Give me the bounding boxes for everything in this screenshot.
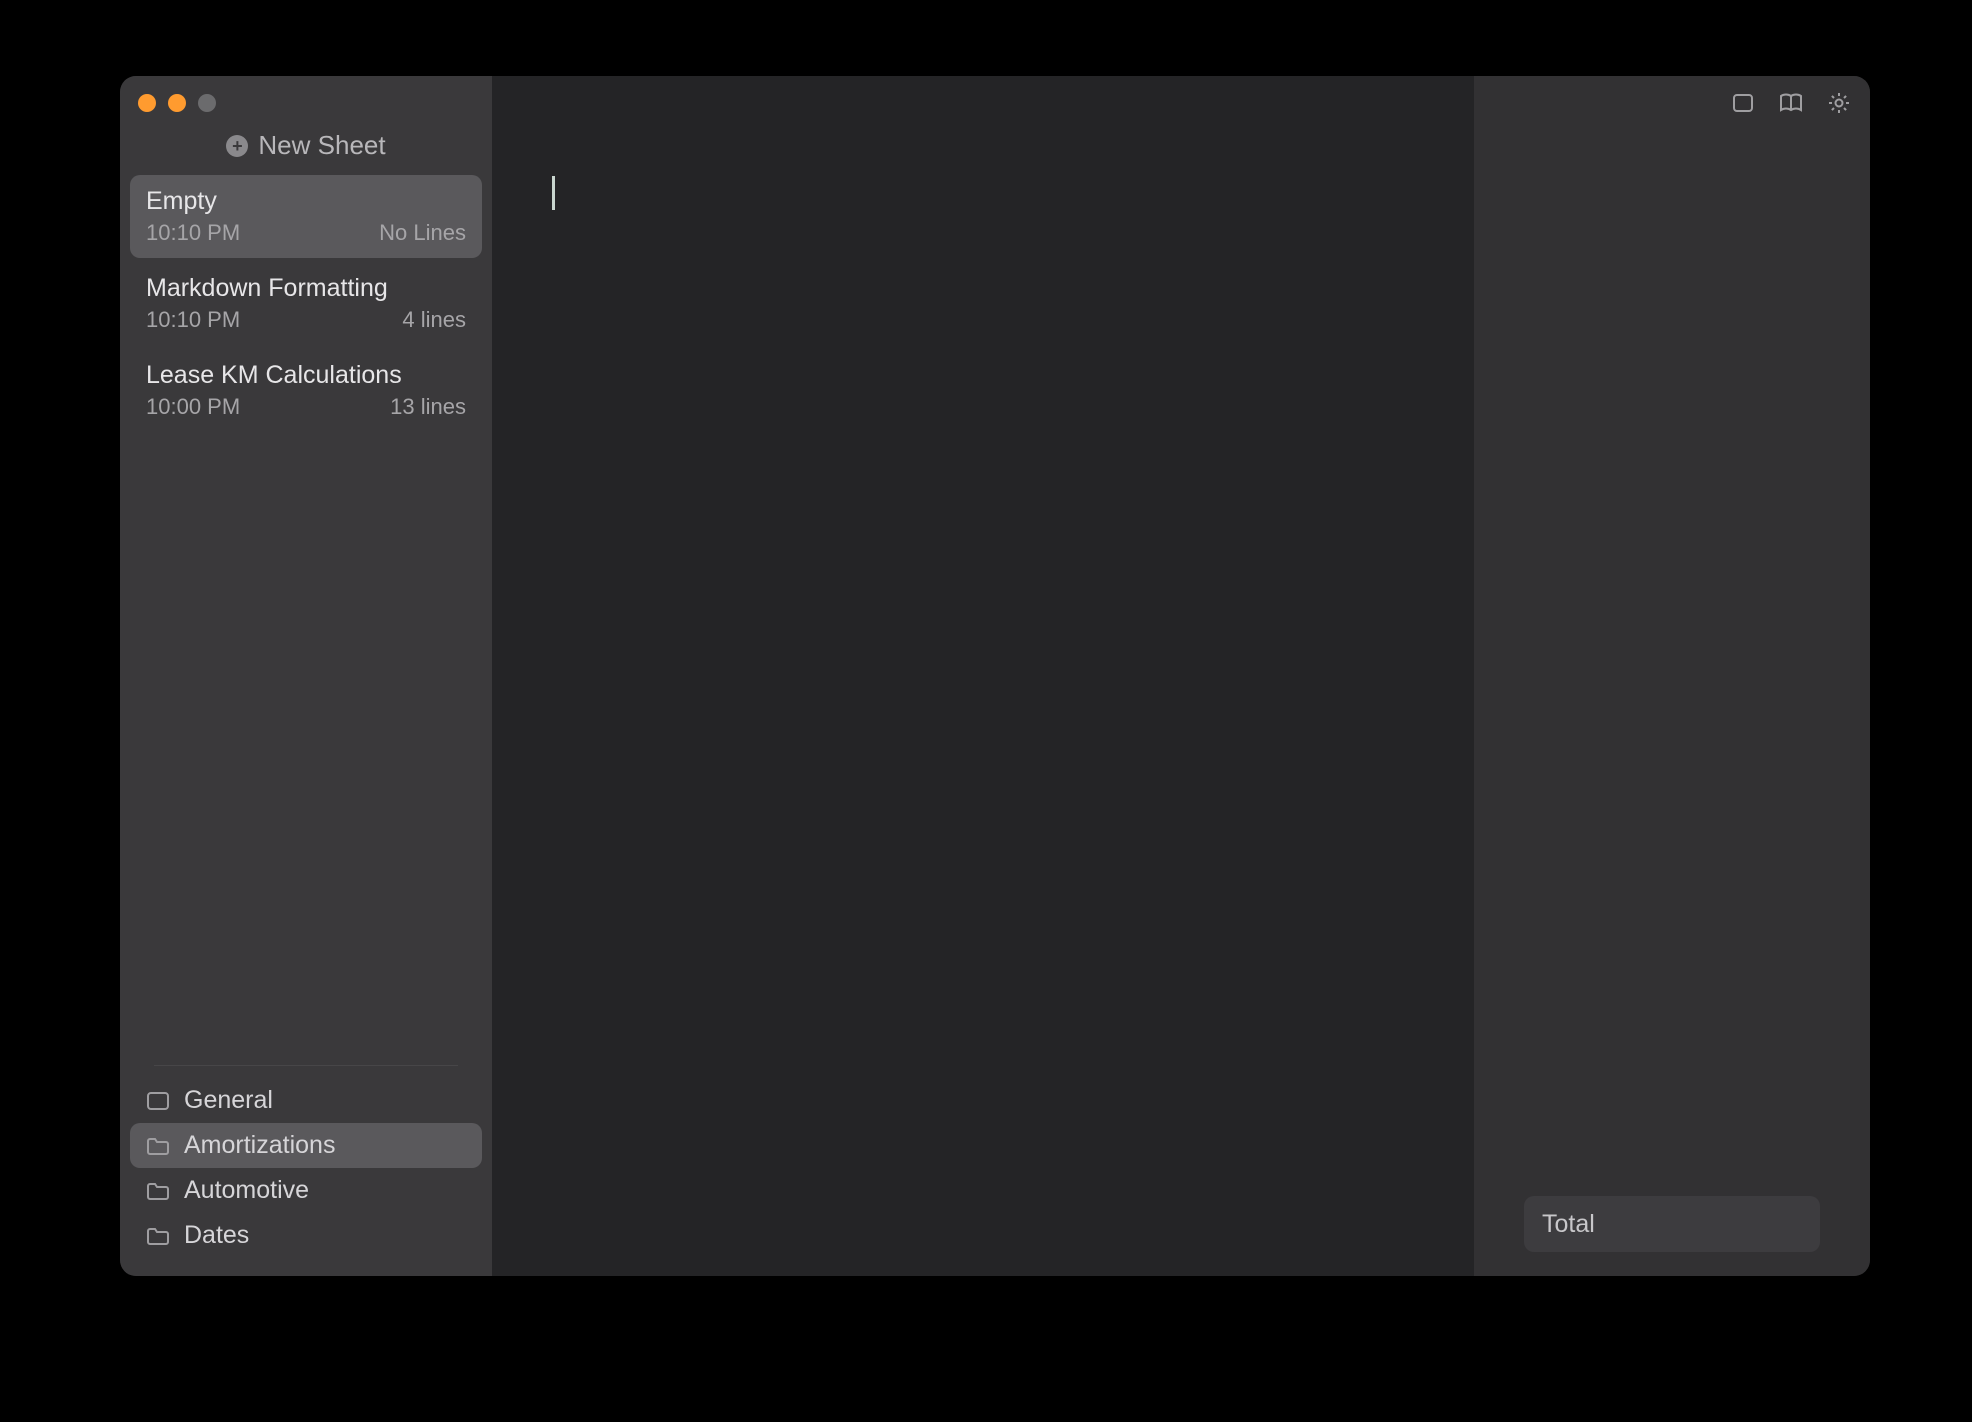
folder-label: Dates — [184, 1221, 249, 1250]
minimize-window-button[interactable] — [168, 94, 186, 112]
folder-icon — [146, 1181, 170, 1201]
zoom-window-button[interactable] — [198, 94, 216, 112]
results-pane: Total — [1474, 76, 1870, 1276]
folder-label: Automotive — [184, 1176, 309, 1205]
folder-icon — [146, 1136, 170, 1156]
sheet-lines: 4 lines — [402, 307, 466, 333]
folder-item-amortizations[interactable]: Amortizations — [130, 1123, 482, 1168]
new-sheet-button[interactable]: + New Sheet — [120, 122, 492, 175]
folder-item-dates[interactable]: Dates — [130, 1213, 482, 1258]
sheet-time: 10:00 PM — [146, 394, 240, 420]
gear-icon[interactable] — [1826, 90, 1852, 116]
editor-area[interactable] — [492, 76, 1474, 1276]
total-label: Total — [1542, 1210, 1595, 1239]
sheet-title: Lease KM Calculations — [146, 361, 466, 390]
sheet-meta: 10:10 PM 4 lines — [146, 307, 466, 333]
window-controls — [120, 76, 492, 122]
folder-item-automotive[interactable]: Automotive — [130, 1168, 482, 1213]
plus-icon: + — [226, 135, 248, 157]
new-sheet-label: New Sheet — [258, 130, 385, 161]
sheet-list: Empty 10:10 PM No Lines Markdown Formatt… — [120, 175, 492, 1057]
folder-item-general[interactable]: General — [130, 1078, 482, 1123]
sheet-time: 10:10 PM — [146, 307, 240, 333]
sheet-item[interactable]: Empty 10:10 PM No Lines — [130, 175, 482, 258]
rectangle-icon — [146, 1091, 170, 1111]
sheet-time: 10:10 PM — [146, 220, 240, 246]
folder-label: General — [184, 1086, 273, 1115]
sheet-title: Markdown Formatting — [146, 274, 466, 303]
total-display[interactable]: Total — [1524, 1196, 1820, 1252]
sheet-meta: 10:10 PM No Lines — [146, 220, 466, 246]
panel-icon[interactable] — [1730, 90, 1756, 116]
folder-icon — [146, 1226, 170, 1246]
close-window-button[interactable] — [138, 94, 156, 112]
folder-label: Amortizations — [184, 1131, 335, 1160]
sheet-title: Empty — [146, 187, 466, 216]
sheet-lines: 13 lines — [390, 394, 466, 420]
sheet-item[interactable]: Lease KM Calculations 10:00 PM 13 lines — [130, 349, 482, 432]
app-window: + New Sheet Empty 10:10 PM No Lines Mark… — [120, 76, 1870, 1276]
sheet-meta: 10:00 PM 13 lines — [146, 394, 466, 420]
book-icon[interactable] — [1778, 90, 1804, 116]
right-toolbar — [1730, 90, 1852, 116]
folder-list: General Amortizations Automotive Dates — [120, 1057, 492, 1276]
text-cursor — [552, 176, 555, 210]
sidebar: + New Sheet Empty 10:10 PM No Lines Mark… — [120, 76, 492, 1276]
sheet-lines: No Lines — [379, 220, 466, 246]
divider — [154, 1065, 458, 1066]
sheet-item[interactable]: Markdown Formatting 10:10 PM 4 lines — [130, 262, 482, 345]
